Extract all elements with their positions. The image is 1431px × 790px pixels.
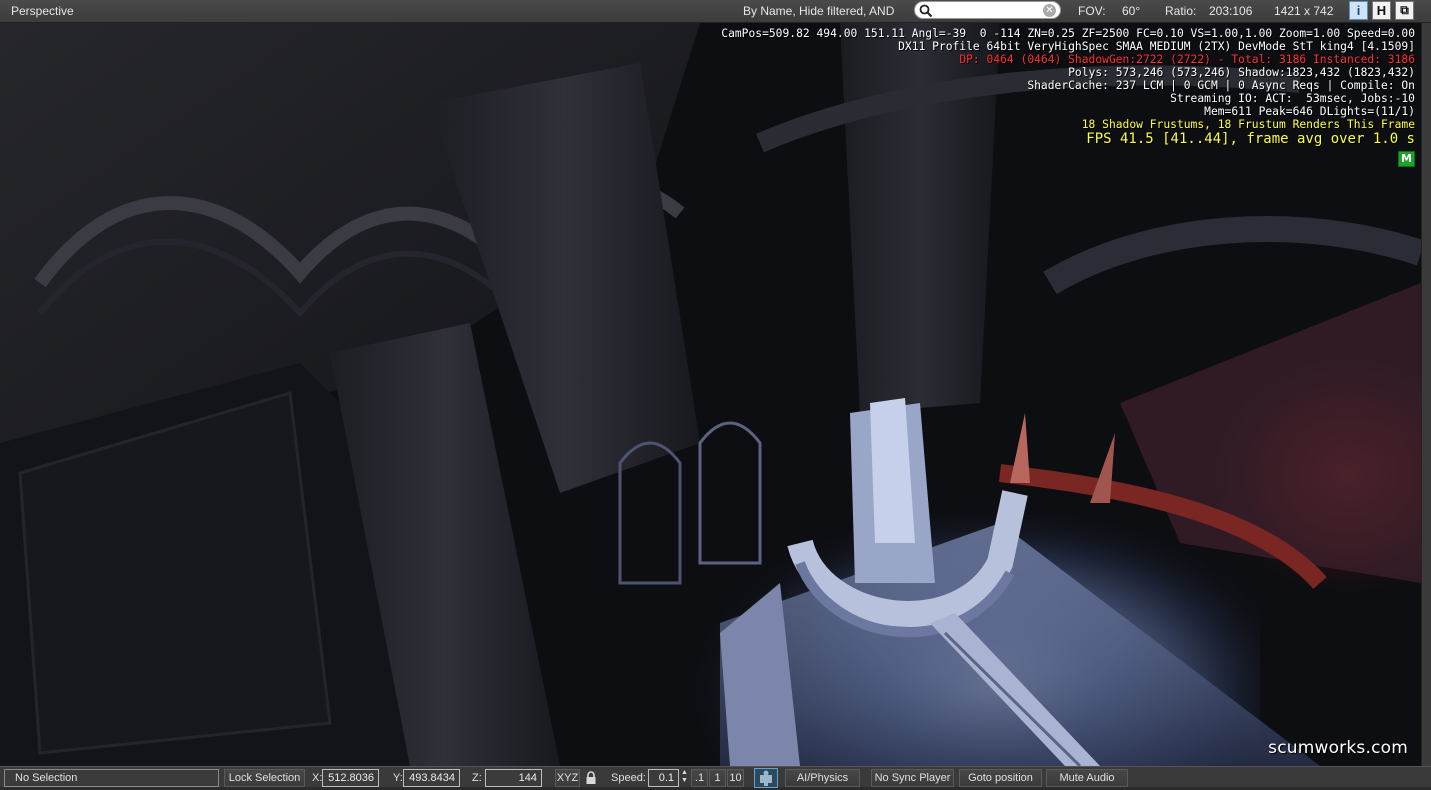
speed-label: Speed: — [611, 772, 646, 784]
goto-position-button[interactable]: Goto position — [959, 769, 1042, 787]
helpers-toggle-button[interactable]: H — [1372, 1, 1391, 20]
info-toggle-button[interactable]: i — [1349, 1, 1368, 20]
m-badge-icon: M — [1398, 151, 1415, 167]
x-label: X: — [312, 772, 323, 784]
viewport-header: Perspective By Name, Hide filtered, AND … — [0, 0, 1431, 23]
watermark: scumworks.com — [1268, 738, 1408, 758]
ai-physics-button[interactable]: AI/Physics — [785, 769, 860, 787]
memory-line: Mem=611 Peak=646 DLights=(11/1) — [1204, 105, 1415, 118]
mute-audio-button[interactable]: Mute Audio — [1046, 769, 1128, 787]
shadercache-line: ShaderCache: 237 LCM | 0 GCM | 0 Async R… — [1027, 79, 1415, 92]
camera-stats-line: CamPos=509.82 494.00 151.11 Angl=-39 0 -… — [721, 27, 1415, 40]
speed-preset-01-button[interactable]: .1 — [691, 769, 708, 787]
fov-label: FOV: — [1078, 4, 1106, 18]
y-coordinate-input[interactable]: 493.8434 — [403, 769, 460, 787]
filter-mode-label[interactable]: By Name, Hide filtered, AND — [743, 4, 894, 18]
x-coordinate-input[interactable]: 512.8036 — [322, 769, 379, 787]
frustum-line: 18 Shadow Frustums, 18 Frustum Renders T… — [1081, 118, 1415, 131]
search-icon — [919, 4, 933, 18]
fov-value[interactable]: 60° — [1122, 4, 1140, 18]
streaming-line: Streaming IO: ACT: 53msec, Jobs:-10 — [1170, 92, 1415, 105]
z-coordinate-input[interactable]: 144 — [485, 769, 542, 787]
viewport-scrollbar[interactable] — [1421, 23, 1431, 766]
speed-preset-1-button[interactable]: 1 — [709, 769, 726, 787]
sync-player-button[interactable]: No Sync Player — [871, 769, 954, 787]
ratio-label: Ratio: — [1165, 4, 1197, 18]
ratio-value[interactable]: 203:106 — [1209, 4, 1252, 18]
maximize-viewport-button[interactable]: ⧉ — [1395, 1, 1414, 20]
selection-status: No Selection — [4, 769, 219, 787]
status-bar: No Selection Lock Selection X: 512.8036 … — [0, 766, 1431, 788]
clear-search-icon[interactable]: ✕ — [1043, 4, 1056, 17]
polys-line: Polys: 573,246 (573,246) Shadow:1823,432… — [1068, 66, 1415, 79]
speed-down-icon[interactable]: ▼ — [680, 777, 689, 785]
speed-preset-10-button[interactable]: 10 — [727, 769, 744, 787]
speed-stepper[interactable]: ▲ ▼ — [680, 769, 689, 787]
camera-icon — [760, 770, 772, 786]
fps-line: FPS 41.5 [41..44], frame avg over 1.0 s — [1086, 131, 1415, 147]
profile-line: DX11 Profile 64bit VeryHighSpec SMAA MED… — [898, 40, 1415, 53]
viewport-title: Perspective — [11, 4, 74, 18]
y-label: Y: — [393, 772, 403, 784]
speed-up-icon[interactable]: ▲ — [680, 769, 689, 777]
xyz-toggle-button[interactable]: XYZ — [555, 769, 580, 787]
speed-input[interactable]: 0.1 — [648, 769, 679, 787]
lock-selection-button[interactable]: Lock Selection — [224, 769, 305, 787]
resolution-value: 1421 x 742 — [1274, 4, 1334, 18]
stats-overlay: CamPos=509.82 494.00 151.11 Angl=-39 0 -… — [721, 27, 1415, 148]
z-label: Z: — [472, 772, 482, 784]
search-input[interactable] — [935, 3, 1040, 17]
search-field[interactable]: ✕ — [914, 1, 1061, 19]
drawcall-line: DP: 0464 (0464) ShadowGen:2722 (2722) - … — [959, 53, 1415, 66]
camera-mode-button[interactable] — [754, 768, 778, 788]
lock-icon[interactable] — [584, 770, 598, 786]
render-viewport[interactable]: CamPos=509.82 494.00 151.11 Angl=-39 0 -… — [0, 23, 1421, 766]
